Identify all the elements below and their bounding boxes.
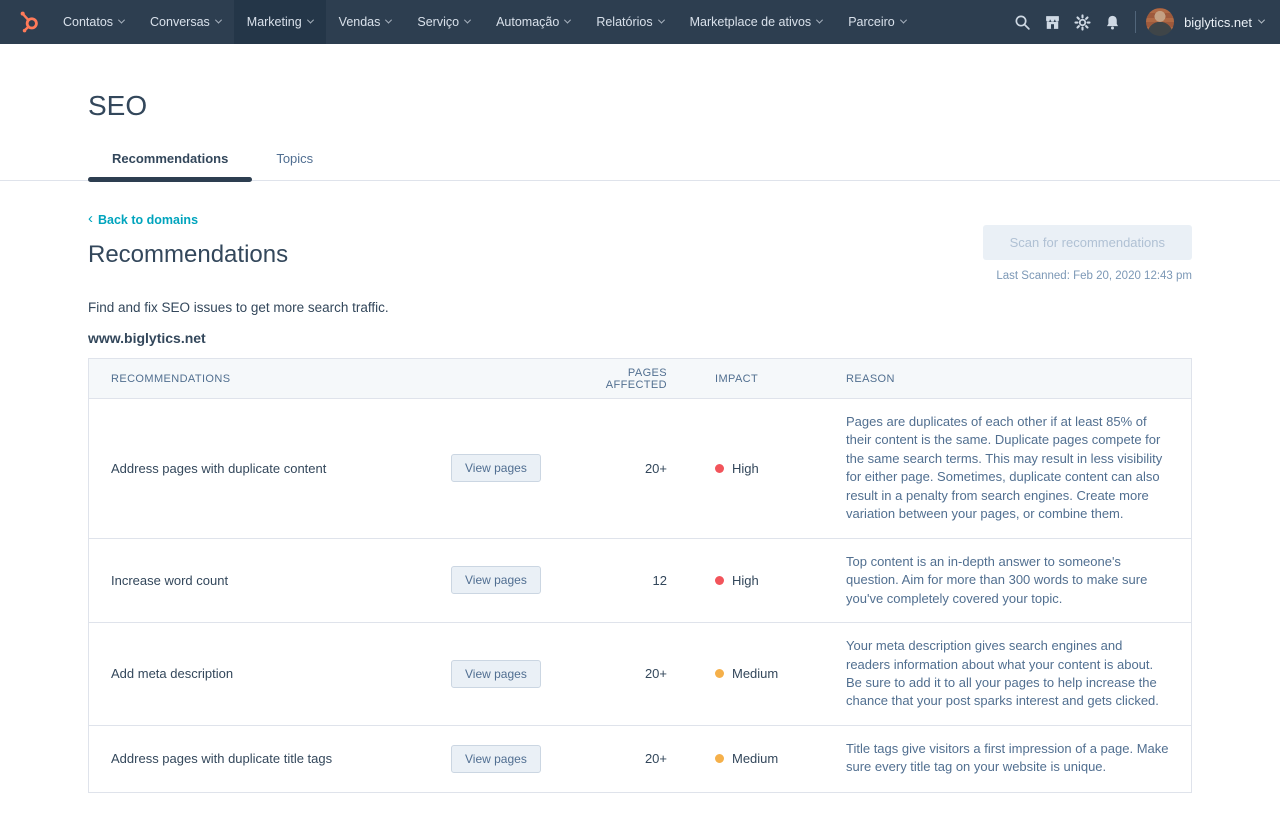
settings-icon[interactable] <box>1067 0 1097 44</box>
table-row: Address pages with duplicate title tags … <box>89 726 1191 792</box>
view-pages-button[interactable]: View pages <box>451 745 541 773</box>
table-row: Increase word count View pages 12 High T… <box>89 539 1191 623</box>
chevron-down-icon <box>658 16 665 23</box>
pages-affected-value: 20+ <box>571 461 667 476</box>
view-pages-button[interactable]: View pages <box>451 454 541 482</box>
impact-label: Medium <box>732 666 778 681</box>
page-title: SEO <box>88 90 1280 122</box>
main-content: ‹ Back to domains Recommendations Scan f… <box>0 181 1280 793</box>
header-reason: REASON <box>846 373 1169 385</box>
chevron-left-icon: ‹ <box>88 211 93 226</box>
pages-affected-value: 12 <box>571 573 667 588</box>
table-header-row: RECOMMENDATIONS PAGES AFFECTED IMPACT RE… <box>89 359 1191 399</box>
reason-text: Your meta description gives search engin… <box>846 623 1169 725</box>
impact-dot-icon <box>715 576 724 585</box>
header-impact: IMPACT <box>667 373 846 385</box>
table-body: Address pages with duplicate content Vie… <box>89 399 1191 792</box>
impact-dot-icon <box>715 669 724 678</box>
notifications-icon[interactable] <box>1097 0 1127 44</box>
tab-topics[interactable]: Topics <box>252 143 337 180</box>
page-description: Find and fix SEO issues to get more sear… <box>88 300 1192 315</box>
nav-item-contatos[interactable]: Contatos <box>50 0 137 44</box>
reason-text: Top content is an in-depth answer to som… <box>846 539 1169 622</box>
impact-label: High <box>732 461 759 476</box>
nav-item-parceiro[interactable]: Parceiro <box>835 0 919 44</box>
chevron-down-icon <box>1258 16 1265 23</box>
sprocket-icon <box>16 9 42 35</box>
recommendations-heading: Recommendations <box>88 241 288 269</box>
nav-divider <box>1135 11 1136 33</box>
view-pages-button[interactable]: View pages <box>451 566 541 594</box>
impact-label: Medium <box>732 751 778 766</box>
header-recommendations: RECOMMENDATIONS <box>111 373 451 385</box>
avatar[interactable] <box>1146 8 1174 36</box>
chevron-down-icon <box>900 16 907 23</box>
nav-menu: Contatos Conversas Marketing Vendas Serv… <box>50 0 919 44</box>
chevron-down-icon <box>564 16 571 23</box>
impact-dot-icon <box>715 464 724 473</box>
pages-affected-value: 20+ <box>571 666 667 681</box>
chevron-down-icon <box>464 16 471 23</box>
recommendation-label: Address pages with duplicate title tags <box>111 751 451 766</box>
impact-dot-icon <box>715 754 724 763</box>
tab-recommendations[interactable]: Recommendations <box>88 143 252 180</box>
chevron-down-icon <box>307 16 314 23</box>
table-row: Add meta description View pages 20+ Medi… <box>89 623 1191 726</box>
chevron-down-icon <box>816 16 823 23</box>
search-icon[interactable] <box>1007 0 1037 44</box>
back-to-domains-link[interactable]: ‹ Back to domains <box>88 212 198 227</box>
chevron-down-icon <box>215 16 222 23</box>
recommendation-label: Address pages with duplicate content <box>111 461 451 476</box>
view-pages-button[interactable]: View pages <box>451 660 541 688</box>
account-menu[interactable]: biglytics.net <box>1184 15 1264 30</box>
nav-item-conversas[interactable]: Conversas <box>137 0 234 44</box>
nav-item-automação[interactable]: Automação <box>483 0 583 44</box>
last-scanned-text: Last Scanned: Feb 20, 2020 12:43 pm <box>983 270 1192 282</box>
marketplace-icon[interactable] <box>1037 0 1067 44</box>
recommendation-label: Increase word count <box>111 573 451 588</box>
chevron-down-icon <box>118 16 125 23</box>
recommendations-table: RECOMMENDATIONS PAGES AFFECTED IMPACT RE… <box>88 358 1192 793</box>
tabs-bar: Recommendations Topics <box>0 143 1280 181</box>
nav-item-marketing[interactable]: Marketing <box>234 0 326 44</box>
nav-item-vendas[interactable]: Vendas <box>326 0 405 44</box>
top-navbar: Contatos Conversas Marketing Vendas Serv… <box>0 0 1280 44</box>
nav-right: biglytics.net <box>1007 0 1280 44</box>
chevron-down-icon <box>385 16 392 23</box>
account-name: biglytics.net <box>1184 15 1252 30</box>
scan-for-recommendations-button[interactable]: Scan for recommendations <box>983 225 1192 260</box>
hubspot-logo-icon[interactable] <box>8 0 50 44</box>
header-pages-affected: PAGES AFFECTED <box>571 367 667 391</box>
domain-name: www.biglytics.net <box>88 330 1192 346</box>
impact-label: High <box>732 573 759 588</box>
nav-item-serviço[interactable]: Serviço <box>404 0 483 44</box>
table-row: Address pages with duplicate content Vie… <box>89 399 1191 539</box>
reason-text: Pages are duplicates of each other if at… <box>846 399 1169 538</box>
nav-item-relatórios[interactable]: Relatórios <box>583 0 676 44</box>
nav-item-marketplace-de-ativos[interactable]: Marketplace de ativos <box>677 0 836 44</box>
reason-text: Title tags give visitors a first impress… <box>846 726 1169 792</box>
recommendation-label: Add meta description <box>111 666 451 681</box>
pages-affected-value: 20+ <box>571 751 667 766</box>
